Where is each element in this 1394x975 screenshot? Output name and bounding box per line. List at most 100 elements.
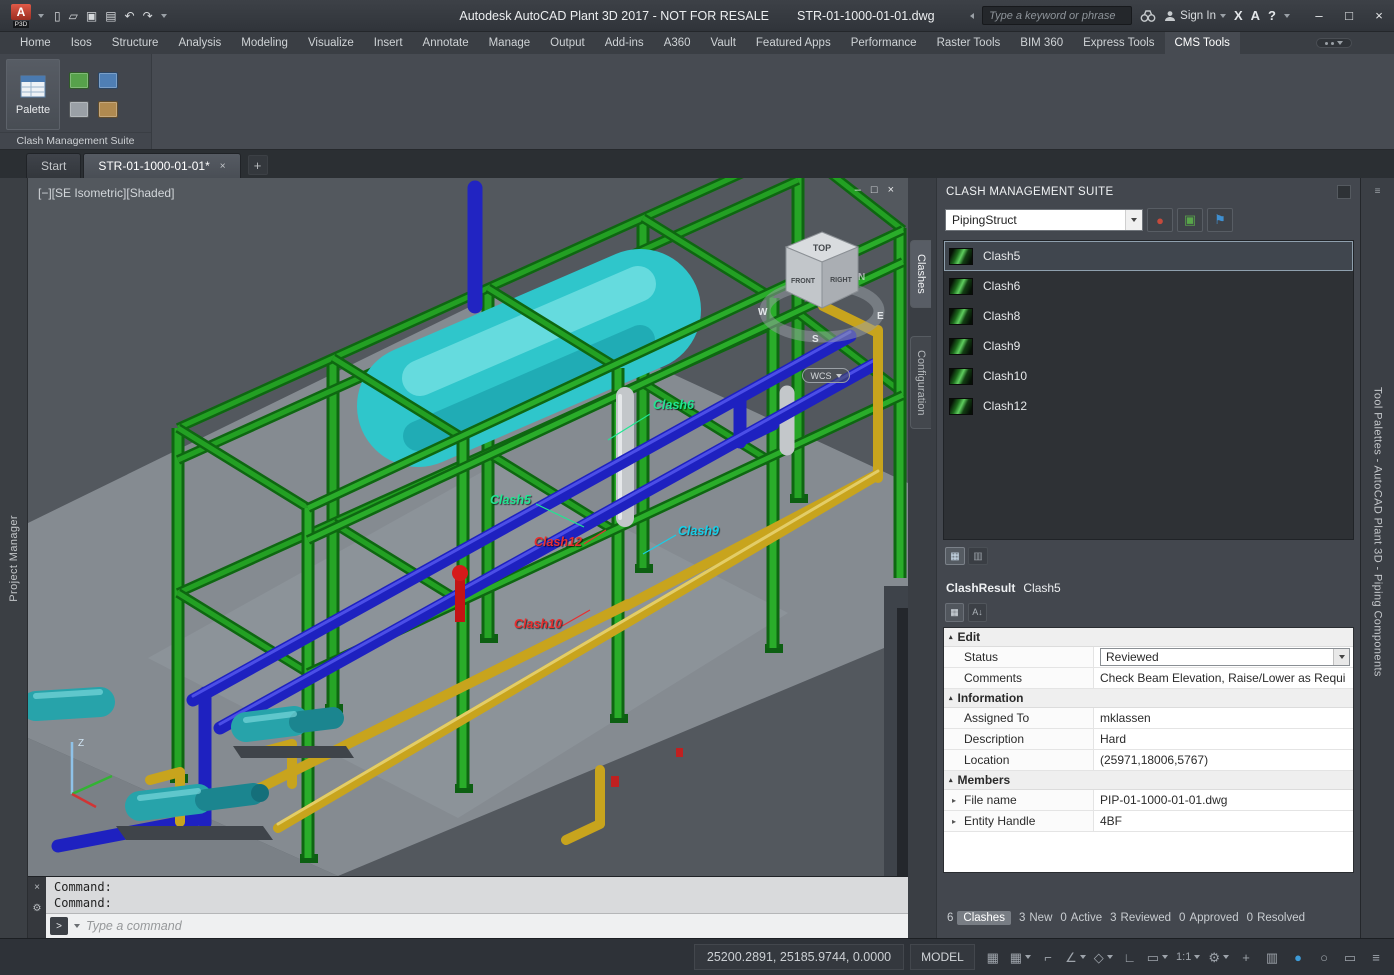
list-view-icon[interactable]: ▦ bbox=[945, 547, 965, 565]
categorized-icon[interactable]: ▦ bbox=[945, 603, 964, 622]
sort-az-icon[interactable]: A↓ bbox=[968, 603, 987, 622]
ribbon-tab-featured-apps[interactable]: Featured Apps bbox=[746, 32, 841, 54]
ribbon-tab-annotate[interactable]: Annotate bbox=[413, 32, 479, 54]
system-tray-icon[interactable]: ▥ bbox=[1260, 944, 1284, 970]
new-tab-button[interactable]: + bbox=[248, 155, 268, 175]
redo-icon[interactable]: ↷ bbox=[143, 9, 153, 23]
palette-button[interactable]: Palette bbox=[6, 59, 60, 130]
palette-tab-clashes[interactable]: Clashes bbox=[910, 240, 931, 308]
ribbon-tab-a360[interactable]: A360 bbox=[654, 32, 701, 54]
clash-count-reviewed[interactable]: 3 Reviewed bbox=[1110, 912, 1171, 924]
object-snap-icon[interactable]: ▭ bbox=[1144, 944, 1171, 970]
clash-set-dropdown[interactable]: PipingStruct bbox=[945, 209, 1143, 231]
ribbon-tab-performance[interactable]: Performance bbox=[841, 32, 927, 54]
minimize-button[interactable]: – bbox=[1304, 0, 1334, 31]
help-button[interactable]: ? bbox=[1268, 8, 1276, 23]
ribbon-tab-raster-tools[interactable]: Raster Tools bbox=[927, 32, 1011, 54]
isolate-objects-icon[interactable]: ○ bbox=[1312, 944, 1336, 970]
new-file-icon[interactable]: ▯ bbox=[54, 9, 61, 23]
panel-menu-icon[interactable] bbox=[1337, 185, 1351, 199]
app-menu-caret-icon[interactable] bbox=[38, 14, 44, 18]
clash-count-resolved[interactable]: 0 Resolved bbox=[1247, 912, 1305, 924]
search-input[interactable] bbox=[982, 6, 1132, 25]
osnap-tracking-icon[interactable]: ∟ bbox=[1118, 944, 1142, 970]
clash-list-item-clash9[interactable]: Clash9 bbox=[944, 331, 1353, 361]
ribbon-tab-analysis[interactable]: Analysis bbox=[168, 32, 231, 54]
run-interference-icon[interactable]: ● bbox=[1147, 208, 1173, 232]
palette-grip-icon[interactable]: ≡ bbox=[1375, 186, 1381, 197]
close-command-window-icon[interactable]: × bbox=[34, 882, 40, 893]
graphics-performance-icon[interactable]: ● bbox=[1286, 944, 1310, 970]
model-canvas[interactable]: [−][SE Isometric][Shaded] – □ × W S E N … bbox=[28, 178, 908, 876]
snap-icon[interactable]: ▦ bbox=[1007, 944, 1034, 970]
group-collapse-icon[interactable]: ▴ bbox=[949, 633, 953, 641]
palette-tab-configuration[interactable]: Configuration bbox=[910, 336, 931, 429]
property-group-edit[interactable]: ▴ Edit bbox=[944, 628, 1353, 647]
coordinates-display[interactable]: 25200.2891, 25185.9744, 0.0000 bbox=[694, 944, 904, 970]
property-row-comments[interactable]: ▸ Comments Check Beam Elevation, Raise/L… bbox=[944, 668, 1353, 689]
customization-icon[interactable]: ≡ bbox=[1364, 944, 1388, 970]
wcs-dropdown[interactable]: WCS bbox=[802, 368, 850, 383]
tool-palettes-bar[interactable]: ≡ Tool Palettes - AutoCAD Plant 3D - Pip… bbox=[1360, 178, 1394, 938]
flag-clash-icon[interactable]: ⚑ bbox=[1207, 208, 1233, 232]
drawing-close-icon[interactable]: × bbox=[888, 184, 894, 196]
annotation-scale-icon[interactable]: 1:1 bbox=[1173, 944, 1203, 970]
ribbon-tab-vault[interactable]: Vault bbox=[701, 32, 746, 54]
property-row-assigned-to[interactable]: ▸ Assigned To mklassen bbox=[944, 708, 1353, 729]
clash-count-new[interactable]: 3 New bbox=[1019, 912, 1052, 924]
save-icon[interactable]: ▣ bbox=[86, 9, 97, 23]
property-row-location[interactable]: ▸ Location (25971,18006,5767) bbox=[944, 750, 1353, 771]
tab-drawing-str-01-1000-01-01[interactable]: STR-01-1000-01-01* × bbox=[83, 153, 240, 178]
clash-display-icon[interactable] bbox=[69, 72, 89, 89]
exchange-apps-button[interactable]: X bbox=[1234, 8, 1243, 23]
ribbon-tab-insert[interactable]: Insert bbox=[364, 32, 413, 54]
sample-boxes-icon[interactable] bbox=[98, 101, 118, 118]
ribbon-tab-visualize[interactable]: Visualize bbox=[298, 32, 364, 54]
image-view-icon[interactable]: ▥ bbox=[968, 547, 988, 565]
undo-icon[interactable]: ↶ bbox=[125, 9, 135, 23]
viewcube[interactable]: W S E N TOP FRONT RIGHT bbox=[756, 218, 888, 346]
project-manager-palette-bar[interactable]: Project Manager bbox=[0, 178, 28, 938]
ribbon-tab-manage[interactable]: Manage bbox=[479, 32, 541, 54]
tab-close-icon[interactable]: × bbox=[220, 161, 226, 172]
property-group-members[interactable]: ▴ Members bbox=[944, 771, 1353, 790]
ribbon-tab-isos[interactable]: Isos bbox=[61, 32, 102, 54]
printer-icon[interactable] bbox=[69, 101, 89, 118]
search-binoculars-icon[interactable] bbox=[1140, 9, 1156, 23]
qat-dropdown-icon[interactable] bbox=[161, 14, 167, 18]
command-history[interactable]: Command:Command: bbox=[46, 877, 908, 913]
sign-in-button[interactable]: Sign In bbox=[1164, 10, 1226, 22]
maximize-button[interactable]: □ bbox=[1334, 0, 1364, 31]
expand-icon[interactable]: ▸ bbox=[952, 796, 962, 805]
ribbon-tab-bim-360[interactable]: BIM 360 bbox=[1010, 32, 1073, 54]
plot-icon[interactable]: ▤ bbox=[105, 9, 116, 23]
expand-icon[interactable]: ▸ bbox=[952, 817, 962, 826]
polar-tracking-icon[interactable]: ∠ bbox=[1062, 944, 1089, 970]
drawing-minimize-icon[interactable]: – bbox=[855, 184, 861, 196]
group-collapse-icon[interactable]: ▴ bbox=[949, 694, 953, 702]
report-icon[interactable] bbox=[98, 72, 118, 89]
open-file-icon[interactable]: ▱ bbox=[69, 9, 78, 23]
viewport-controls-label[interactable]: [−][SE Isometric][Shaded] bbox=[38, 186, 174, 200]
command-customize-icon[interactable]: ⚙ bbox=[33, 903, 42, 914]
iso-draft-icon[interactable]: ◇ bbox=[1091, 944, 1116, 970]
property-row-status[interactable]: ▸ Status Reviewed bbox=[944, 647, 1353, 668]
ribbon-tab-add-ins[interactable]: Add-ins bbox=[595, 32, 654, 54]
recent-commands-icon[interactable] bbox=[74, 924, 80, 928]
ribbon-tab-home[interactable]: Home bbox=[10, 32, 61, 54]
ortho-icon[interactable]: ⌐ bbox=[1036, 944, 1060, 970]
clash-count-approved[interactable]: 0 Approved bbox=[1179, 912, 1239, 924]
ribbon-tab-structure[interactable]: Structure bbox=[102, 32, 169, 54]
application-menu-button[interactable]: A P3D bbox=[6, 4, 36, 28]
a360-button[interactable]: A bbox=[1251, 8, 1260, 23]
clash-count-clashes[interactable]: 6 Clashes bbox=[947, 911, 1011, 925]
ribbon-tab-express-tools[interactable]: Express Tools bbox=[1073, 32, 1164, 54]
property-row-file-name[interactable]: ▸ File name PIP-01-1000-01-01.dwg bbox=[944, 790, 1353, 811]
drawing-restore-icon[interactable]: □ bbox=[871, 184, 878, 196]
workspace-switch-icon[interactable]: ⚙ bbox=[1205, 944, 1232, 970]
ribbon-tab-output[interactable]: Output bbox=[540, 32, 595, 54]
help-dropdown-icon[interactable] bbox=[1284, 14, 1290, 18]
ribbon-tab-modeling[interactable]: Modeling bbox=[231, 32, 298, 54]
clash-list-item-clash10[interactable]: Clash10 bbox=[944, 361, 1353, 391]
ribbon-tab-cms-tools[interactable]: CMS Tools bbox=[1165, 32, 1240, 54]
